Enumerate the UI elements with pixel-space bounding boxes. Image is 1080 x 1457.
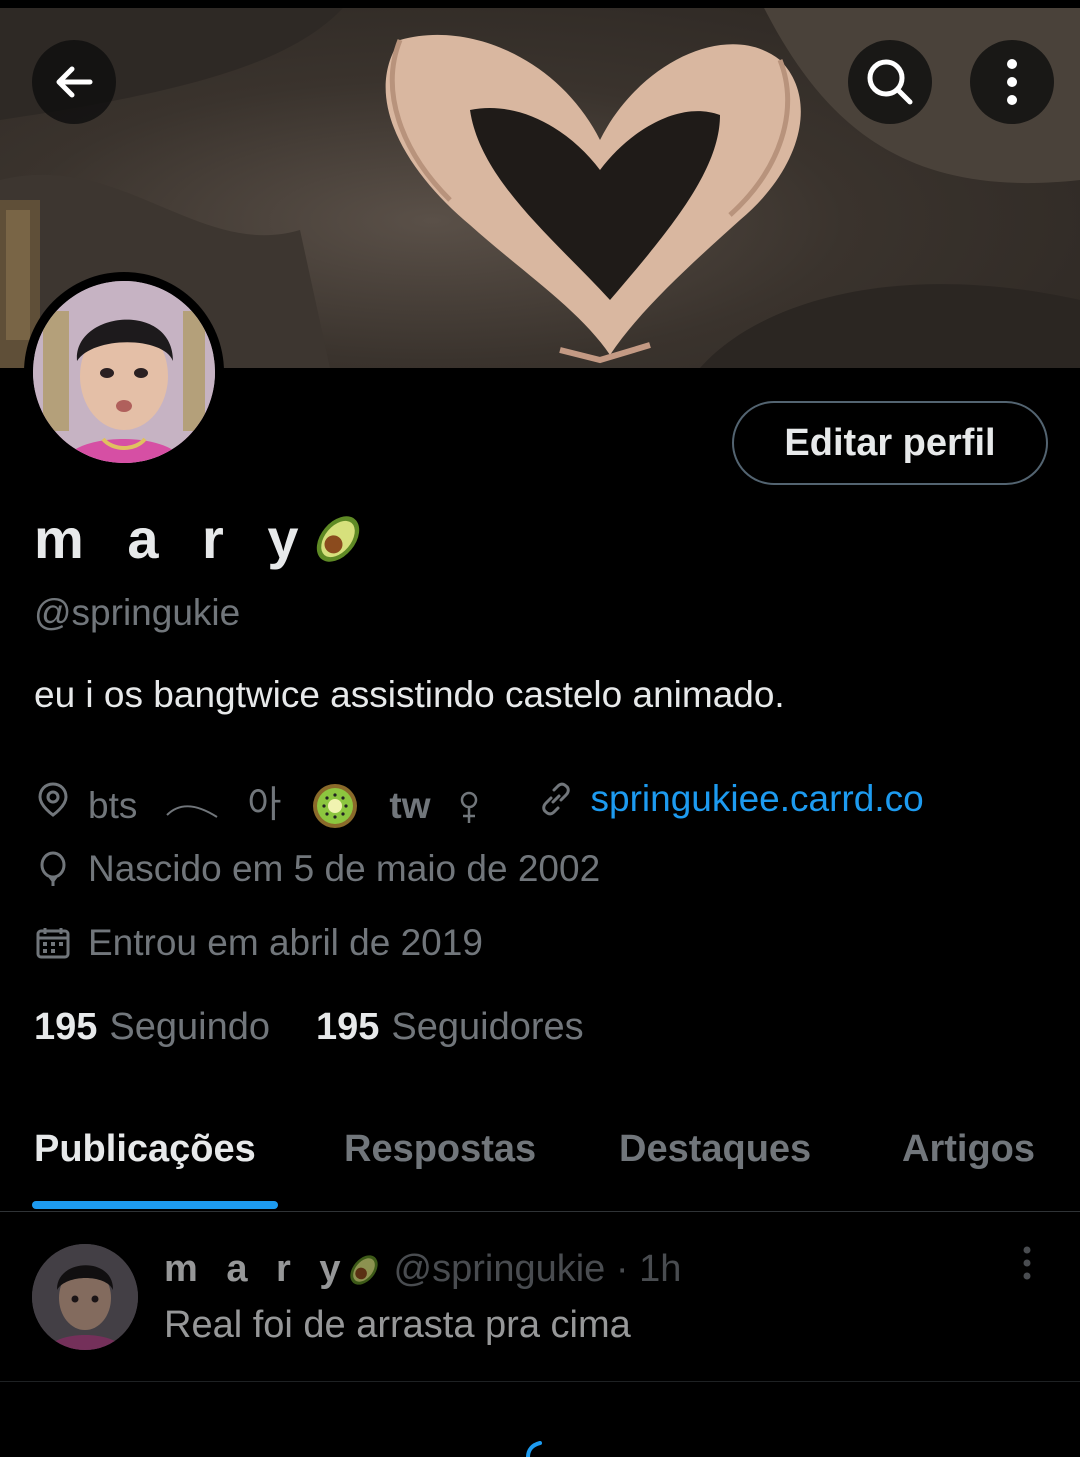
follow-stats: 195 Seguindo 195 Seguidores	[34, 1006, 630, 1049]
profile-link[interactable]: springukiee.carrd.co	[591, 778, 924, 820]
profile-bio: eu i os bangtwice assistindo castelo ani…	[34, 674, 785, 715]
post-header: m a r y @springukie · 1h	[164, 1248, 681, 1291]
loading-spinner-icon	[526, 1441, 542, 1457]
post-item[interactable]: m a r y @springukie · 1h Real foi de arr…	[0, 1212, 1080, 1382]
more-vertical-icon[interactable]	[1012, 1244, 1042, 1284]
calendar-icon	[36, 928, 70, 959]
active-tab-indicator	[32, 1201, 278, 1209]
link-icon	[541, 782, 570, 816]
location-part-2: 아	[247, 784, 282, 825]
edit-profile-button[interactable]: Editar perfil	[732, 401, 1048, 485]
female-sign-icon	[460, 791, 477, 823]
location-part-3: tw	[389, 785, 431, 826]
profile-link-container[interactable]: springukiee.carrd.co	[537, 778, 924, 820]
post-handle-time: @springukie · 1h	[393, 1248, 682, 1290]
back-button[interactable]	[32, 40, 116, 124]
balloon-icon	[40, 851, 66, 886]
avatar-image	[33, 281, 215, 463]
birthday-text: Nascido em 5 de maio de 2002	[88, 848, 601, 889]
avocado-icon	[316, 515, 359, 562]
profile-display-name: m a r y	[34, 506, 369, 571]
location-part-1: bts	[88, 785, 138, 826]
search-button[interactable]	[848, 40, 932, 124]
more-options-button[interactable]	[970, 40, 1054, 124]
wave-decoration-icon	[166, 805, 218, 818]
location-pin-icon	[38, 782, 68, 817]
followers-stat[interactable]: 195 Seguidores	[316, 1006, 584, 1049]
joined-row: Entrou em abril de 2019	[34, 922, 483, 964]
avocado-icon	[349, 1254, 378, 1285]
post-author-name[interactable]: m a r y	[164, 1248, 384, 1291]
joined-text: Entrou em abril de 2019	[88, 922, 483, 963]
tab-destaques[interactable]: Destaques	[619, 1128, 811, 1171]
post-avatar[interactable]	[32, 1244, 138, 1350]
display-name-text: m a r y	[34, 507, 313, 570]
more-vertical-icon	[1007, 59, 1017, 105]
following-count: 195	[34, 1006, 98, 1048]
tab-respostas[interactable]: Respostas	[344, 1128, 536, 1171]
arrow-left-icon	[56, 66, 93, 98]
following-label: Seguindo	[109, 1006, 270, 1048]
post-text: Real foi de arrasta pra cima	[164, 1304, 631, 1346]
birthday-row: Nascido em 5 de maio de 2002	[34, 848, 600, 890]
followers-label: Seguidores	[391, 1006, 584, 1048]
kiwi-icon	[313, 784, 358, 828]
following-stat[interactable]: 195 Seguindo	[34, 1006, 270, 1049]
profile-avatar[interactable]	[24, 272, 224, 472]
followers-count: 195	[316, 1006, 380, 1048]
tab-artigos[interactable]: Artigos	[902, 1128, 1035, 1171]
profile-handle: @springukie	[34, 592, 241, 633]
profile-tabs: Publicações Respostas Destaques Artigos	[0, 1110, 1080, 1212]
status-strip	[0, 0, 1080, 8]
search-icon	[867, 59, 913, 105]
location-row: bts 아 tw springukiee.carrd.co	[34, 768, 924, 830]
tab-publicacoes[interactable]: Publicações	[34, 1128, 256, 1171]
post-author-name-text: m a r y	[164, 1248, 350, 1290]
